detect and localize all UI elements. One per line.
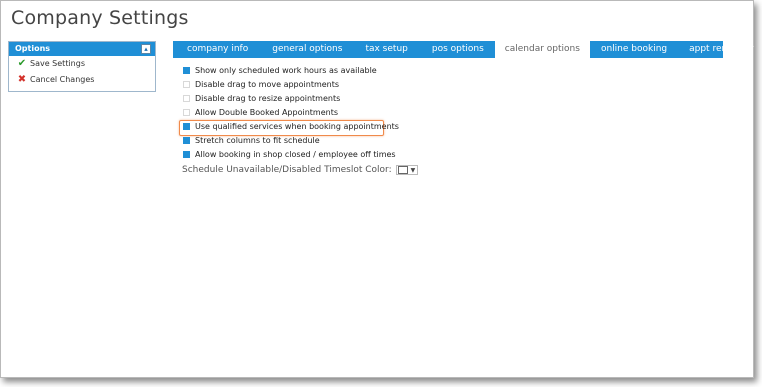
option-label: Show only scheduled work hours as availa… [195,65,377,75]
check-icon: ✔ [17,58,27,69]
timeslot-color-label: Schedule Unavailable/Disabled Timeslot C… [182,165,392,175]
option-show-scheduled-hours[interactable]: Show only scheduled work hours as availa… [183,63,743,77]
checkbox[interactable] [183,80,190,88]
option-label: Stretch columns to fit schedule [195,135,320,145]
page-title: Company Settings [11,7,189,29]
calendar-options-list: Show only scheduled work hours as availa… [183,63,743,161]
tab-appt-reminder[interactable]: appt reminder [678,41,762,58]
collapse-icon[interactable]: ▴ [141,44,151,54]
cancel-changes-button[interactable]: ✖ Cancel Changes [9,72,155,88]
options-panel-header: Options ▴ [9,42,155,56]
timeslot-color-row: Schedule Unavailable/Disabled Timeslot C… [182,165,418,175]
option-use-qualified-services[interactable]: Use qualified services when booking appo… [183,119,743,133]
timeslot-color-picker[interactable]: ▼ [395,165,418,175]
checkbox[interactable] [183,108,190,116]
checkbox[interactable] [183,66,190,74]
tab-calendar-options[interactable]: calendar options [494,41,590,58]
tab-general-options[interactable]: general options [262,41,352,58]
save-settings-label: Save Settings [30,59,85,68]
x-icon: ✖ [17,74,27,85]
option-allow-booking-closed[interactable]: Allow booking in shop closed / employee … [183,147,743,161]
tab-tax-setup[interactable]: tax setup [352,41,420,58]
option-disable-drag-resize[interactable]: Disable drag to resize appointments [183,91,743,105]
tab-pos-options[interactable]: pos options [421,41,495,58]
checkbox[interactable] [183,136,190,144]
chevron-down-icon: ▼ [410,166,416,174]
tab-company-info[interactable]: company info [173,41,262,58]
tab-online-booking[interactable]: online booking [590,41,678,58]
option-label: Allow booking in shop closed / employee … [195,149,396,159]
option-label: Allow Double Booked Appointments [195,107,338,117]
option-stretch-columns[interactable]: Stretch columns to fit schedule [183,133,743,147]
option-label: Disable drag to move appointments [195,79,340,89]
options-panel: Options ▴ ✔ Save Settings ✖ Cancel Chang… [8,41,156,92]
checkbox[interactable] [183,150,190,158]
option-label: Use qualified services when booking appo… [195,121,399,131]
option-allow-double-booked[interactable]: Allow Double Booked Appointments [183,105,743,119]
settings-tabs: company info general options tax setup p… [173,41,753,58]
option-label: Disable drag to resize appointments [195,93,341,103]
cancel-changes-label: Cancel Changes [30,75,95,84]
checkbox[interactable] [183,122,190,130]
save-settings-button[interactable]: ✔ Save Settings [9,56,155,72]
options-panel-title: Options [15,44,51,53]
checkbox[interactable] [183,94,190,102]
option-disable-drag-move[interactable]: Disable drag to move appointments [183,77,743,91]
color-swatch [397,166,408,174]
